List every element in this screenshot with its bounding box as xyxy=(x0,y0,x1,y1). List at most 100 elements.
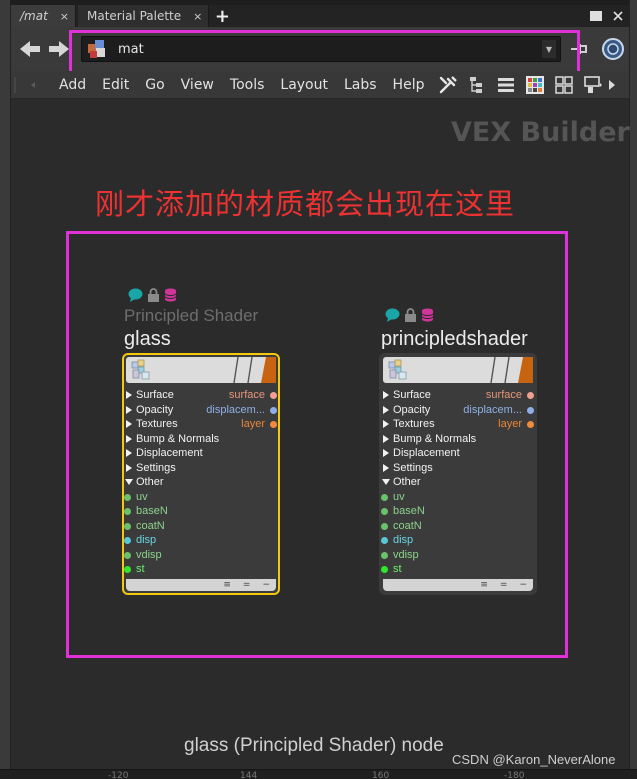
folder-row[interactable]: Opacity displacem... xyxy=(381,404,535,419)
add-tab-button[interactable]: + xyxy=(211,5,233,27)
lock-icon[interactable] xyxy=(147,288,160,302)
folder-row[interactable]: Bump & Normals xyxy=(124,433,278,448)
comment-icon[interactable] xyxy=(128,288,143,302)
tab-close-icon[interactable]: × xyxy=(193,10,202,23)
input-port[interactable] xyxy=(124,566,131,573)
input-port[interactable] xyxy=(124,551,131,559)
node-footer[interactable]: ≡ = − xyxy=(126,579,276,591)
input-port[interactable] xyxy=(124,493,131,501)
input-port[interactable] xyxy=(124,508,131,515)
database-icon[interactable] xyxy=(164,288,177,302)
folder-row[interactable]: Settings xyxy=(381,462,535,477)
expand-triangle-icon[interactable] xyxy=(126,434,132,443)
input-port[interactable] xyxy=(381,551,388,559)
footer-toggle-icon[interactable]: = xyxy=(243,580,251,590)
menu-view[interactable]: View xyxy=(173,77,222,93)
right-panel-edge[interactable] xyxy=(629,0,637,779)
color-palette-icon[interactable] xyxy=(525,75,545,95)
node-name-label[interactable]: glass xyxy=(124,328,171,351)
tab-mat[interactable]: /mat × xyxy=(11,5,77,27)
expand-triangle-icon[interactable] xyxy=(126,405,132,414)
tab-material-palette[interactable]: Material Palette × xyxy=(78,5,210,27)
list-view-icon[interactable] xyxy=(496,75,516,95)
footer-toggle-icon[interactable]: ≡ xyxy=(223,580,231,590)
menu-grip-handle[interactable] xyxy=(11,71,51,99)
input-port[interactable] xyxy=(381,522,388,530)
tab-close-icon[interactable]: × xyxy=(60,10,69,23)
node-name-label[interactable]: principledshader xyxy=(381,328,528,351)
menu-tools[interactable]: Tools xyxy=(222,77,273,93)
principled-shader-icon xyxy=(388,359,407,380)
input-port[interactable] xyxy=(381,537,388,544)
input-port[interactable] xyxy=(124,537,131,544)
folder-row[interactable]: Displacement xyxy=(124,447,278,462)
folder-row[interactable]: Textures layer xyxy=(381,418,535,433)
node-header[interactable] xyxy=(383,357,533,383)
menu-go[interactable]: Go xyxy=(137,77,172,93)
shader-node-glass[interactable]: Surface surface Opacity displacem... Texture… xyxy=(122,353,280,595)
expand-triangle-icon[interactable] xyxy=(126,463,132,472)
menu-help[interactable]: Help xyxy=(385,77,433,93)
folder-row[interactable]: Surface surface xyxy=(124,389,278,404)
input-port[interactable] xyxy=(381,493,388,501)
node-flag-stripes[interactable] xyxy=(487,357,533,383)
collapse-triangle-icon[interactable] xyxy=(382,479,390,485)
database-icon[interactable] xyxy=(421,308,434,322)
node-footer[interactable]: ≡ = − xyxy=(383,579,533,591)
output-port[interactable] xyxy=(270,406,277,414)
output-port[interactable] xyxy=(527,406,534,414)
expand-triangle-icon[interactable] xyxy=(126,391,132,399)
footer-toggle-icon[interactable]: = xyxy=(500,580,508,590)
expand-triangle-icon[interactable] xyxy=(383,434,389,443)
thumbnail-grid-icon[interactable] xyxy=(554,75,574,95)
menu-edit[interactable]: Edit xyxy=(94,77,137,93)
expand-triangle-icon[interactable] xyxy=(126,449,132,457)
output-port[interactable] xyxy=(270,421,277,428)
output-port[interactable] xyxy=(527,392,534,399)
folder-row[interactable]: Settings xyxy=(124,462,278,477)
output-port[interactable] xyxy=(270,392,277,399)
folder-row[interactable]: Displacement xyxy=(381,447,535,462)
folder-row[interactable]: Surface surface xyxy=(381,389,535,404)
input-port[interactable] xyxy=(381,508,388,515)
node-header[interactable] xyxy=(126,357,276,383)
expand-triangle-icon[interactable] xyxy=(383,449,389,457)
folder-label: Other xyxy=(136,476,164,488)
tree-view-icon[interactable] xyxy=(467,75,487,95)
output-label: surface xyxy=(485,389,522,401)
input-port[interactable] xyxy=(124,522,131,530)
network-editor[interactable]: VEX Builder 刚才添加的材质都会出现在这里 Principled Sh… xyxy=(11,99,630,769)
wrench-icon[interactable] xyxy=(438,75,458,95)
expand-triangle-icon[interactable] xyxy=(126,420,132,428)
node-flag-stripes[interactable] xyxy=(230,357,276,383)
folder-row[interactable]: Opacity displacem... xyxy=(124,404,278,419)
output-port[interactable] xyxy=(527,421,534,428)
menu-add[interactable]: Add xyxy=(51,77,94,93)
link-target-icon[interactable] xyxy=(601,37,625,61)
input-port[interactable] xyxy=(381,566,388,573)
folder-row[interactable]: Bump & Normals xyxy=(381,433,535,448)
footer-toggle-icon[interactable]: − xyxy=(519,580,527,590)
close-pane-icon[interactable] xyxy=(607,5,629,27)
folder-row[interactable]: Textures layer xyxy=(124,418,278,433)
lock-icon[interactable] xyxy=(404,308,417,322)
folder-row-open[interactable]: Other xyxy=(124,476,278,491)
left-panel-edge[interactable] xyxy=(0,0,11,779)
collapse-triangle-icon[interactable] xyxy=(125,479,133,485)
forward-arrow-icon[interactable] xyxy=(47,37,71,61)
shader-node-principledshader[interactable]: Surface surface Opacity displacem... Texture… xyxy=(379,353,537,595)
menu-overflow-icon[interactable] xyxy=(607,75,617,95)
comment-icon[interactable] xyxy=(385,308,400,322)
menu-layout[interactable]: Layout xyxy=(272,77,336,93)
back-arrow-icon[interactable] xyxy=(18,37,42,61)
expand-triangle-icon[interactable] xyxy=(383,391,389,399)
expand-triangle-icon[interactable] xyxy=(383,463,389,472)
menu-labs[interactable]: Labs xyxy=(336,77,385,93)
expand-triangle-icon[interactable] xyxy=(383,420,389,428)
expand-triangle-icon[interactable] xyxy=(383,405,389,414)
footer-toggle-icon[interactable]: − xyxy=(262,580,270,590)
maximize-pane-icon[interactable] xyxy=(585,5,607,27)
folder-row-open[interactable]: Other xyxy=(381,476,535,491)
network-options-icon[interactable] xyxy=(583,75,603,95)
footer-toggle-icon[interactable]: ≡ xyxy=(480,580,488,590)
